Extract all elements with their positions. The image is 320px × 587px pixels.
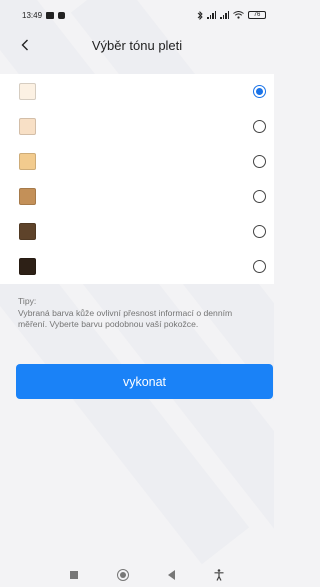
radio-selected-icon[interactable] xyxy=(253,85,266,98)
bluetooth-icon xyxy=(197,10,203,20)
skin-tone-swatch xyxy=(19,188,36,205)
skin-tone-option[interactable] xyxy=(0,109,274,144)
radio-unselected-icon[interactable] xyxy=(253,260,266,273)
app-notification-icon xyxy=(58,11,66,19)
back-icon[interactable] xyxy=(168,570,176,580)
status-time: 13:49 xyxy=(22,10,43,20)
submit-button[interactable]: vykonat xyxy=(16,364,273,399)
tips-section: Tipy: Vybraná barva kůže ovlivní přesnos… xyxy=(18,296,263,331)
skin-tone-swatch xyxy=(19,258,36,275)
radio-unselected-icon[interactable] xyxy=(253,120,266,133)
signal-icon-2 xyxy=(220,11,229,19)
chevron-left-icon xyxy=(21,39,28,51)
skin-tone-option[interactable] xyxy=(0,249,274,284)
notification-icon xyxy=(46,11,55,19)
skin-tone-option[interactable] xyxy=(0,144,274,179)
skin-tone-option[interactable] xyxy=(0,74,274,109)
tips-text: Vybraná barva kůže ovlivní přesnost info… xyxy=(18,307,233,330)
back-button[interactable] xyxy=(14,34,36,56)
skin-tone-list xyxy=(0,74,274,284)
tips-label: Tipy: xyxy=(18,296,37,306)
page-title: Výběr tónu pleti xyxy=(91,37,183,53)
skin-tone-option[interactable] xyxy=(0,214,274,249)
home-icon[interactable] xyxy=(116,569,129,581)
status-right: 76 xyxy=(197,10,266,20)
radio-unselected-icon[interactable] xyxy=(253,225,266,238)
radio-unselected-icon[interactable] xyxy=(253,190,266,203)
battery-level: 76 xyxy=(253,12,261,18)
status-bar: 13:49 76 xyxy=(0,0,274,30)
battery-icon: 76 xyxy=(248,11,266,19)
radio-unselected-icon[interactable] xyxy=(253,155,266,168)
system-nav-bar xyxy=(0,563,274,587)
accessibility-icon[interactable] xyxy=(214,569,224,581)
skin-tone-option[interactable] xyxy=(0,179,274,214)
skin-tone-swatch xyxy=(19,118,36,135)
wifi-icon xyxy=(233,11,244,19)
signal-icon-1 xyxy=(207,11,216,19)
skin-tone-swatch xyxy=(19,223,36,240)
skin-tone-swatch xyxy=(19,83,36,100)
recent-apps-icon[interactable] xyxy=(69,571,78,579)
status-left: 13:49 xyxy=(22,10,66,20)
header: Výběr tónu pleti xyxy=(0,30,274,60)
skin-tone-swatch xyxy=(19,153,36,170)
